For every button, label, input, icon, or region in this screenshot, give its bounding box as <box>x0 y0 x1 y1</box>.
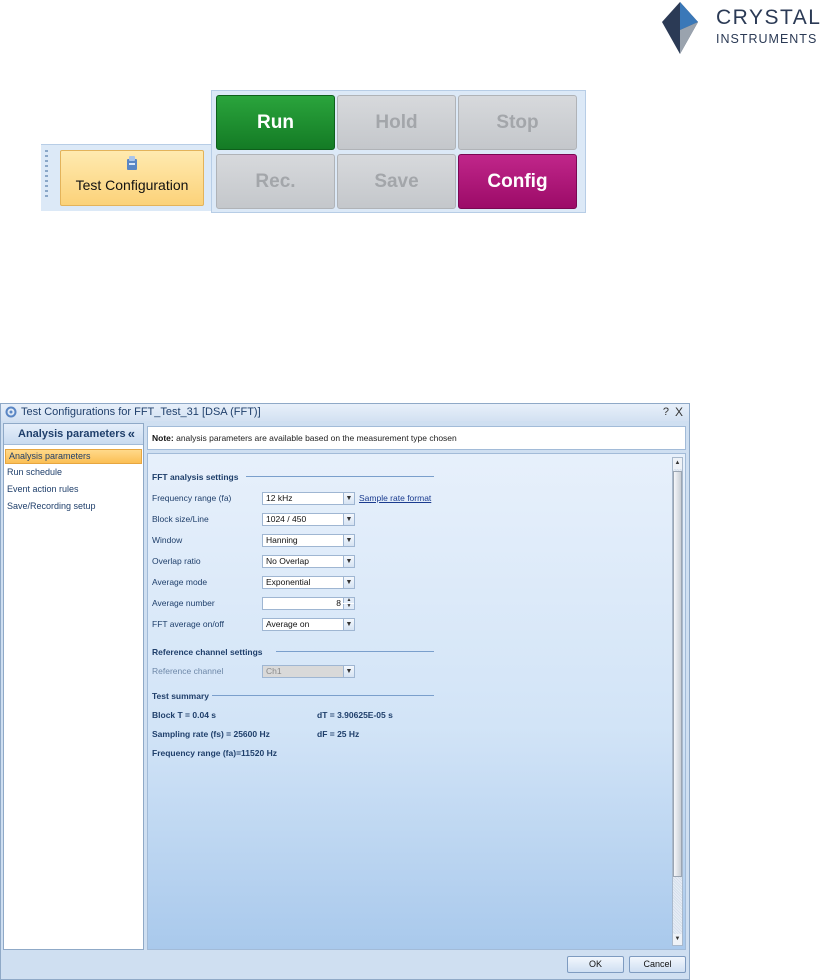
dialog-titlebar: Test Configurations for FFT_Test_31 [DSA… <box>1 404 689 421</box>
fft-section-title: FFT analysis settings <box>152 472 239 482</box>
note-prefix: Note: <box>152 433 174 443</box>
block-size-select[interactable]: 1024 / 450 ▼ <box>262 513 355 526</box>
nav-header: Analysis parameters « <box>4 424 143 445</box>
ribbon-toolbar: Test Configuration Run Hold Stop Rec. Sa… <box>41 90 586 213</box>
section-divider <box>276 651 434 652</box>
scroll-down-icon[interactable]: ▼ <box>673 934 682 945</box>
chevron-down-icon: ▼ <box>343 514 354 525</box>
test-configuration-icon <box>127 156 137 170</box>
overlap-ratio-select[interactable]: No Overlap ▼ <box>262 555 355 568</box>
reference-section-title: Reference channel settings <box>152 647 263 657</box>
block-t-text: Block T = 0.04 s <box>152 710 217 720</box>
cancel-button[interactable]: Cancel <box>629 956 686 973</box>
average-mode-label: Average mode <box>152 577 208 587</box>
nav-item-run-schedule[interactable]: Run schedule <box>4 464 143 481</box>
nav-header-title: Analysis parameters <box>18 428 126 440</box>
nav-item-event-action-rules[interactable]: Event action rules <box>4 481 143 498</box>
scroll-up-icon[interactable]: ▲ <box>673 458 682 469</box>
overlap-ratio-value: No Overlap <box>266 556 309 566</box>
scroll-thumb[interactable] <box>673 471 682 877</box>
section-divider <box>246 476 434 477</box>
navigation-pane: Analysis parameters « Analysis parameter… <box>3 423 144 950</box>
reference-channel-label: Reference channel <box>152 666 224 676</box>
dialog-title: Test Configurations for FFT_Test_31 [DSA… <box>21 406 261 418</box>
frequency-range-summary-text: Frequency range (fa)=11520 Hz <box>152 748 277 758</box>
note-text: analysis parameters are available based … <box>173 433 457 443</box>
chevron-down-icon: ▼ <box>343 535 354 546</box>
note-bar: Note: analysis parameters are available … <box>147 426 686 450</box>
overlap-ratio-label: Overlap ratio <box>152 556 201 566</box>
chevron-down-icon: ▼ <box>343 619 354 630</box>
control-button-panel: Run Hold Stop Rec. Save Config <box>211 90 586 213</box>
logo-line1: CRYSTAL <box>716 6 822 29</box>
stop-button[interactable]: Stop <box>458 95 577 150</box>
average-mode-select[interactable]: Exponential ▼ <box>262 576 355 589</box>
window-select[interactable]: Hanning ▼ <box>262 534 355 547</box>
grip-handle-icon[interactable] <box>45 150 48 200</box>
save-button[interactable]: Save <box>337 154 456 209</box>
fft-average-select[interactable]: Average on ▼ <box>262 618 355 631</box>
ok-button[interactable]: OK <box>567 956 624 973</box>
test-configurations-dialog: Test Configurations for FFT_Test_31 [DSA… <box>0 403 690 980</box>
logo-diamond-icon <box>662 2 698 54</box>
window-label: Window <box>152 535 183 545</box>
fft-average-label: FFT average on/off <box>152 619 224 629</box>
average-number-value: 8 <box>336 598 341 608</box>
sample-rate-format-link[interactable]: Sample rate format <box>359 493 431 503</box>
run-button[interactable]: Run <box>216 95 335 150</box>
nav-item-analysis-parameters[interactable]: Analysis parameters <box>5 449 142 464</box>
average-number-stepper[interactable]: 8 ▲ ▼ <box>262 597 355 610</box>
summary-section-title: Test summary <box>152 691 210 701</box>
frequency-range-label: Frequency range (fa) <box>152 493 232 503</box>
fft-average-value: Average on <box>266 619 310 629</box>
dialog-settings-icon <box>5 406 17 418</box>
test-configuration-label: Test Configuration <box>75 177 189 193</box>
chevron-down-icon: ▼ <box>343 556 354 567</box>
df-text: dF = 25 Hz <box>317 729 360 739</box>
crystal-instruments-logo: CRYSTAL INSTRUMENTS <box>652 0 826 56</box>
analysis-parameters-panel: FFT analysis settings Frequency range (f… <box>147 453 686 950</box>
section-divider <box>212 695 434 696</box>
test-configuration-button[interactable]: Test Configuration <box>60 150 204 206</box>
collapse-icon[interactable]: « <box>128 426 135 441</box>
reference-channel-select: Ch1 ▼ <box>262 665 355 678</box>
record-button[interactable]: Rec. <box>216 154 335 209</box>
frequency-range-select[interactable]: 12 kHz ▼ <box>262 492 355 505</box>
chevron-down-icon: ▼ <box>343 493 354 504</box>
chevron-down-icon: ▼ <box>343 577 354 588</box>
frequency-range-value: 12 kHz <box>266 493 293 503</box>
block-size-label: Block size/Line <box>152 514 209 524</box>
nav-item-save-recording-setup[interactable]: Save/Recording setup <box>4 498 143 515</box>
chevron-down-icon: ▼ <box>343 666 354 677</box>
vertical-scrollbar[interactable]: ▲ ▼ <box>672 457 683 946</box>
spin-down-icon[interactable]: ▼ <box>343 604 354 609</box>
logo-line2: INSTRUMENTS <box>716 32 818 46</box>
average-number-label: Average number <box>152 598 215 608</box>
config-button[interactable]: Config <box>458 154 577 209</box>
close-icon[interactable]: X <box>675 405 683 419</box>
help-icon[interactable]: ? <box>663 406 669 418</box>
window-value: Hanning <box>266 535 298 545</box>
average-mode-value: Exponential <box>266 577 311 587</box>
block-size-value: 1024 / 450 <box>266 514 307 524</box>
hold-button[interactable]: Hold <box>337 95 456 150</box>
dt-text: dT = 3.90625E-05 s <box>317 710 393 720</box>
sampling-rate-text: Sampling rate (fs) = 25600 Hz <box>152 729 270 739</box>
reference-channel-value: Ch1 <box>266 666 282 676</box>
